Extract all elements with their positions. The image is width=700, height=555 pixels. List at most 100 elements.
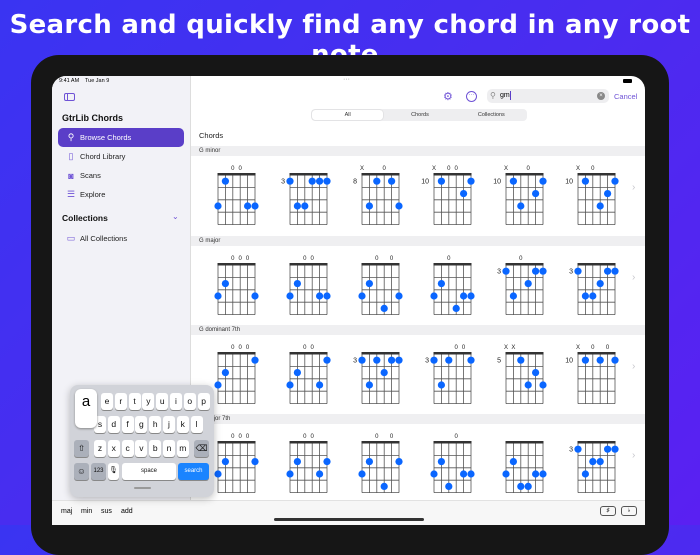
chevron-right-icon[interactable]: › (632, 450, 635, 461)
collections-header[interactable]: Collections (62, 213, 108, 223)
sidebar-toggle-icon[interactable] (64, 93, 75, 101)
key-u[interactable]: u (156, 393, 169, 410)
sidebar-item-chord-library[interactable]: ▯ Chord Library (58, 147, 184, 166)
quality-add-button[interactable]: add (121, 508, 133, 515)
search-key[interactable]: search (178, 463, 209, 480)
quality-maj-button[interactable]: maj (61, 508, 72, 515)
chevron-right-icon[interactable]: › (632, 272, 635, 283)
keyboard-drag-handle[interactable] (134, 487, 151, 489)
sidebar-item-scans[interactable]: ◙ Scans (58, 166, 184, 185)
key-l[interactable]: l (190, 416, 203, 433)
quality-sus-button[interactable]: sus (101, 508, 112, 515)
chord-diagram[interactable]: 00 (346, 426, 406, 506)
key-t[interactable]: t (128, 393, 141, 410)
key-g[interactable]: g (135, 416, 148, 433)
finger-dot (502, 267, 510, 275)
finger-dot (316, 381, 324, 389)
key-k[interactable]: k (176, 416, 189, 433)
chevron-right-icon[interactable]: › (632, 182, 635, 193)
chord-diagram[interactable]: X X 5 (490, 337, 550, 417)
delete-key[interactable]: ⌫ (194, 440, 209, 457)
cancel-button[interactable]: Cancel (614, 92, 637, 101)
chord-diagram[interactable]: 00 (346, 248, 406, 328)
sidebar-item-browse-chords[interactable]: ⚲ Browse Chords (58, 128, 184, 147)
key-i[interactable]: i (170, 393, 182, 410)
tab-all[interactable]: All (312, 110, 384, 120)
numbers-key[interactable]: 123 (91, 463, 106, 480)
nut (505, 173, 544, 176)
key-z[interactable]: z (94, 440, 106, 457)
chord-diagram[interactable]: 3 (346, 337, 406, 417)
chord-diagram[interactable]: X 0 8 (346, 158, 406, 238)
finger-dot (581, 356, 589, 364)
key-r[interactable]: r (114, 393, 127, 410)
space-key[interactable]: space (122, 463, 176, 480)
finger-dot (532, 369, 540, 377)
tab-collections[interactable]: Collections (456, 109, 527, 121)
chord-diagram[interactable]: 0 0 3 (418, 337, 478, 417)
chord-diagram[interactable]: 00 (274, 248, 334, 328)
search-input[interactable]: gm (500, 92, 510, 99)
chord-diagram[interactable]: 00 (274, 337, 334, 417)
chord-diagram[interactable]: 03 (490, 248, 550, 328)
emoji-key[interactable]: ☺ (74, 463, 89, 480)
key-n[interactable]: n (163, 440, 175, 457)
chord-diagram[interactable]: X 0 010 (418, 158, 478, 238)
more-icon[interactable]: ··· (466, 91, 477, 102)
chord-diagram[interactable]: X 0 010 (562, 337, 622, 417)
chord-diagram[interactable]: 000 (202, 248, 262, 328)
key-x[interactable]: x (107, 440, 120, 457)
chord-diagram[interactable]: X 0 10 (490, 158, 550, 238)
search-field[interactable]: ⚲ gm × (487, 89, 609, 103)
finger-dot (509, 292, 517, 300)
key-e[interactable]: e (101, 393, 113, 410)
settings-icon[interactable]: ⚙ (443, 90, 453, 103)
chord-diagram[interactable]: 00 (202, 158, 262, 238)
chord-diagram[interactable]: 3 (562, 248, 622, 328)
chord-diagram[interactable]: 0 (418, 248, 478, 328)
shift-key[interactable]: ⇧ (74, 440, 89, 457)
tab-chords[interactable]: Chords (384, 109, 455, 121)
key-c[interactable]: c (121, 440, 134, 457)
chevron-down-icon[interactable]: ⌄ (172, 212, 179, 221)
key-h[interactable]: h (149, 416, 162, 433)
key-f[interactable]: f (121, 416, 134, 433)
chord-diagram[interactable]: 3 (274, 158, 334, 238)
muted-string-marker: X (432, 166, 436, 172)
finger-dot (611, 267, 619, 275)
chord-diagram[interactable]: X 0 10 (562, 158, 622, 238)
chord-diagram[interactable] (490, 426, 550, 506)
chevron-right-icon[interactable]: › (632, 361, 635, 372)
key-y[interactable]: y (142, 393, 155, 410)
floating-keyboard: ertyuiopsdfghjklzxcvbnm a ⇧ ⌫ ☺ 123 🎙 sp… (70, 385, 214, 497)
nut (433, 173, 472, 176)
quality-min-button[interactable]: min (81, 508, 92, 515)
sidebar-item-all-collections[interactable]: ▭ All Collections (58, 229, 184, 248)
chord-diagram[interactable]: 00 (274, 426, 334, 506)
chord-diagram[interactable]: 3 (562, 426, 622, 506)
key-d[interactable]: d (107, 416, 120, 433)
sharp-button[interactable]: ♯ (600, 506, 616, 516)
nut (577, 173, 616, 176)
sidebar-item-label: Scans (80, 171, 101, 180)
clear-icon[interactable]: × (597, 92, 605, 100)
flat-button[interactable]: ♭ (621, 506, 637, 516)
key-o[interactable]: o (183, 393, 196, 410)
key-m[interactable]: m (176, 440, 189, 457)
finger-dot (365, 458, 373, 466)
finger-dot (286, 470, 294, 478)
key-b[interactable]: b (149, 440, 162, 457)
key-p[interactable]: p (197, 393, 210, 410)
results-title: Chords (199, 131, 224, 140)
finger-dot (286, 292, 294, 300)
finger-dot (395, 458, 403, 466)
finger-dot (604, 267, 612, 275)
open-string-marker: 0 (375, 256, 379, 262)
sidebar-item-explore[interactable]: ☰ Explore (58, 185, 184, 204)
key-v[interactable]: v (135, 440, 148, 457)
finger-dot (611, 356, 619, 364)
key-j[interactable]: j (163, 416, 175, 433)
finger-dot (532, 470, 540, 478)
chord-diagram[interactable]: 0 (418, 426, 478, 506)
dictation-key[interactable]: 🎙 (108, 463, 119, 480)
